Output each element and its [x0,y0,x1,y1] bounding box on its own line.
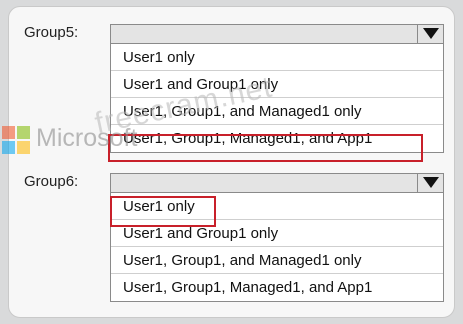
group5-label: Group5: [24,24,79,41]
group6-option[interactable]: User1 only [111,193,443,220]
group6-dropdown[interactable] [110,173,444,193]
group6-option[interactable]: User1 and Group1 only [111,220,443,247]
chevron-down-icon [423,177,439,188]
group6-label: Group6: [24,173,79,190]
group5-dropdown-toggle[interactable] [417,25,443,43]
group6-option-list: User1 only User1 and Group1 only User1, … [110,193,444,302]
group6-option[interactable]: User1, Group1, Managed1, and App1 [111,274,443,301]
chevron-down-icon [423,28,439,39]
group6-option[interactable]: User1, Group1, and Managed1 only [111,247,443,274]
microsoft-logo-icon [2,126,30,154]
group6-dropdown-toggle[interactable] [417,174,443,192]
group5-dropdown[interactable] [110,24,444,44]
group5-option[interactable]: User1, Group1, Managed1, and App1 [111,125,443,152]
group5-option[interactable]: User1 only [111,44,443,71]
